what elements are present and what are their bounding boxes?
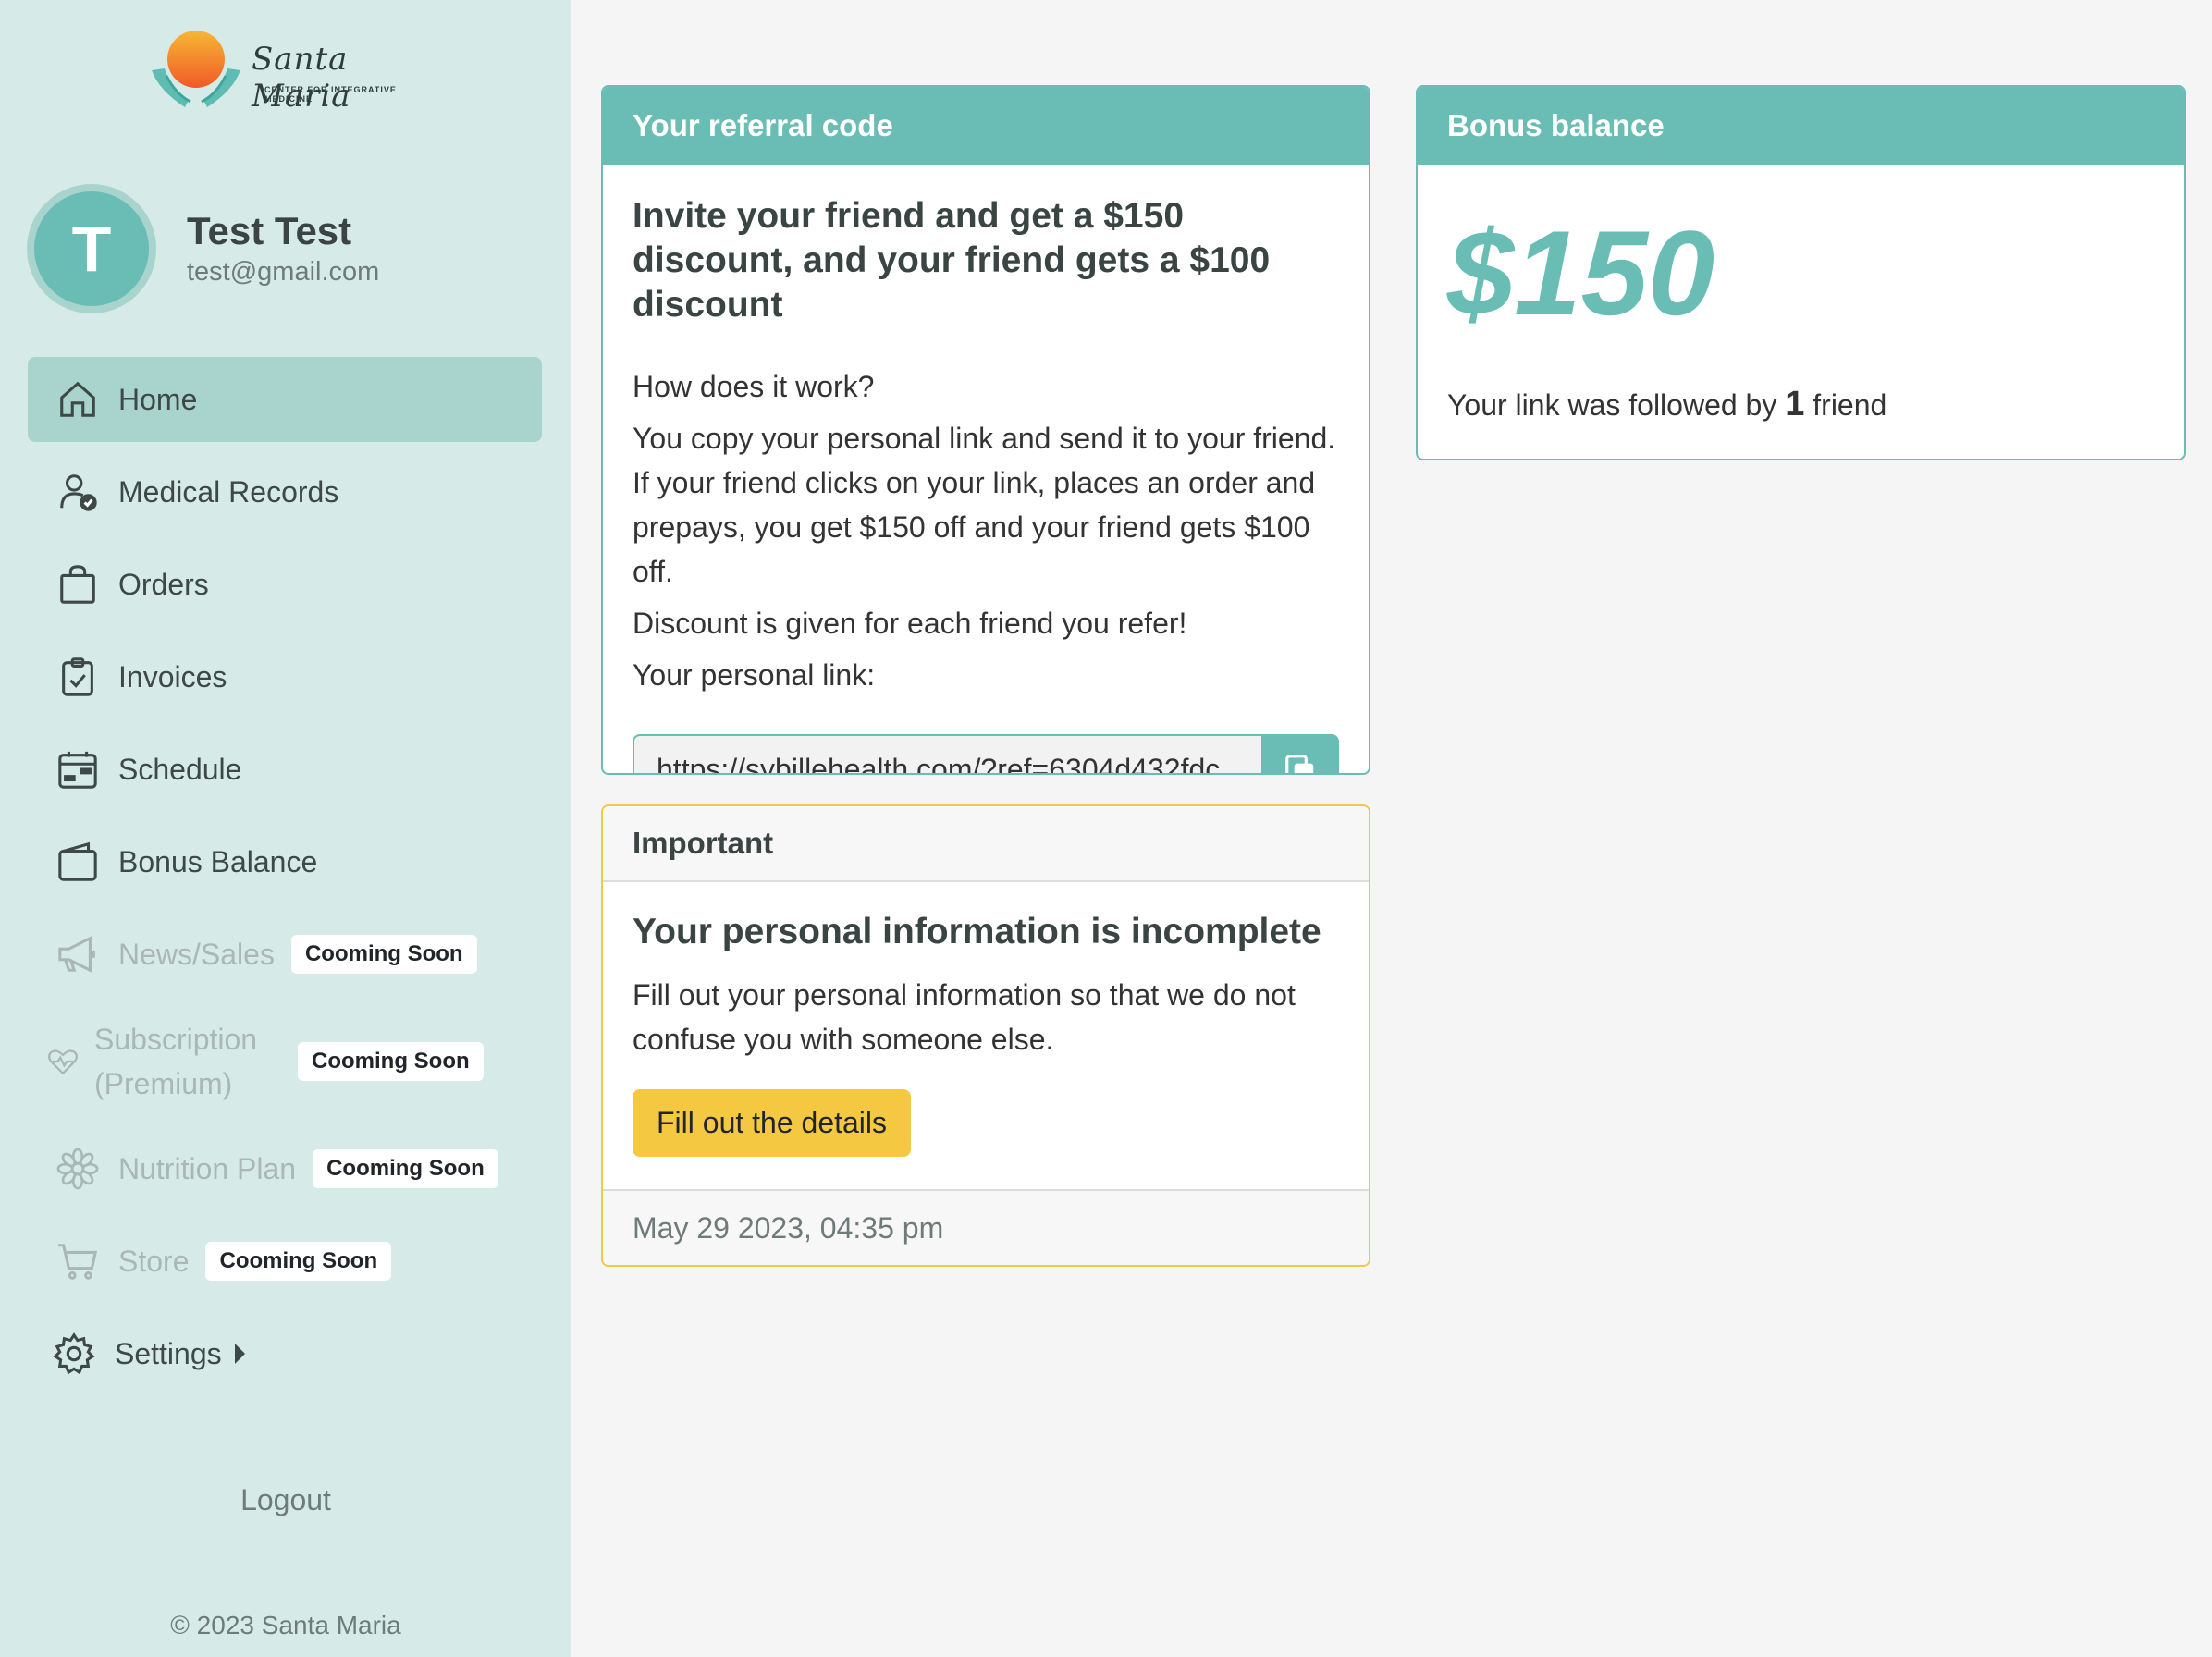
fill-details-button[interactable]: Fill out the details	[633, 1089, 912, 1157]
referral-title: Invite your friend and get a $150 discou…	[633, 196, 1271, 325]
sidebar-item-label: News/Sales	[118, 937, 275, 971]
heart-pulse-icon	[46, 1039, 80, 1084]
coming-soon-badge: Cooming Soon	[290, 935, 477, 974]
followed-prefix: Your link was followed by	[1447, 388, 1777, 422]
referral-link-group: https://sybillehealth.com/?ref=6304d432f…	[633, 734, 1339, 773]
sidebar-item-subscription[interactable]: Subscription (Premium) Cooming Soon	[28, 1004, 542, 1119]
bonus-amount: $150	[1447, 205, 1715, 340]
sidebar-item-label: Nutrition Plan	[118, 1151, 297, 1185]
referral-card-header: Your referral code	[603, 87, 1369, 165]
important-title: Your personal information is incomplete	[633, 912, 1321, 951]
sidebar-item-store[interactable]: Store Cooming Soon	[28, 1219, 542, 1304]
clipboard-check-icon	[55, 655, 100, 699]
sidebar-item-label: Subscription (Premium)	[94, 1023, 258, 1100]
sidebar-item-label: Bonus Balance	[118, 844, 318, 878]
brand-tagline: CENTER FOR INTEGRATIVE MEDICINE	[264, 85, 397, 104]
sidebar: Santa Maria CENTER FOR INTEGRATIVE MEDIC…	[0, 0, 571, 1657]
sun-hands-logo-icon	[152, 31, 240, 107]
home-icon	[55, 377, 100, 422]
referral-link-label: Your personal link:	[633, 658, 876, 692]
coming-soon-badge: Cooming Soon	[205, 1242, 392, 1281]
sidebar-item-label: Settings	[115, 1336, 222, 1370]
referral-explanation: You copy your personal link and send it …	[633, 422, 1336, 588]
sidebar-item-label: Store	[118, 1244, 190, 1278]
bonus-followed-text: Your link was followed by 1 friend	[1447, 385, 2155, 424]
copy-icon	[1285, 755, 1314, 773]
cart-icon	[55, 1239, 100, 1283]
bonus-card-header: Bonus balance	[1418, 87, 2184, 165]
user-email: test@gmail.com	[187, 257, 380, 287]
sidebar-item-home[interactable]: Home	[28, 357, 542, 442]
copyright: © 2023 Santa Maria	[170, 1611, 401, 1639]
coming-soon-badge: Cooming Soon	[313, 1149, 498, 1188]
referral-card: Your referral code Invite your friend an…	[601, 85, 1370, 775]
sidebar-item-medical-records[interactable]: Medical Records	[28, 449, 542, 534]
sidebar-item-news-sales[interactable]: News/Sales Cooming Soon	[28, 912, 542, 997]
sidebar-item-schedule[interactable]: Schedule	[28, 727, 542, 812]
megaphone-icon	[55, 932, 100, 976]
sidebar-item-label: Invoices	[118, 659, 227, 693]
important-card-header: Important	[603, 806, 1369, 882]
caret-right-icon	[234, 1344, 245, 1364]
sidebar-item-label: Medical Records	[118, 474, 339, 509]
sidebar-item-invoices[interactable]: Invoices	[28, 634, 542, 719]
referral-each: Discount is given for each friend you re…	[633, 607, 1187, 640]
sidebar-item-bonus-balance[interactable]: Bonus Balance	[28, 819, 542, 904]
flower-icon	[55, 1147, 100, 1191]
brand-logo[interactable]: Santa Maria CENTER FOR INTEGRATIVE MEDIC…	[148, 24, 425, 115]
important-date: May 29 2023, 04:35 pm	[603, 1189, 1369, 1265]
shopping-bag-icon	[55, 562, 100, 607]
followed-count: 1	[1785, 385, 1805, 423]
medical-records-icon	[55, 470, 100, 514]
avatar[interactable]: T	[27, 184, 156, 313]
important-text: Fill out your personal information so th…	[633, 978, 1296, 1056]
logout-link[interactable]: Logout	[0, 1483, 571, 1517]
wallet-icon	[55, 840, 100, 884]
copy-link-button[interactable]	[1261, 734, 1339, 773]
coming-soon-badge: Cooming Soon	[298, 1042, 484, 1081]
bonus-card: Bonus balance $150 Your link was followe…	[1416, 85, 2186, 460]
sidebar-item-label: Schedule	[118, 752, 242, 786]
followed-suffix: friend	[1813, 388, 1887, 422]
calendar-icon	[55, 747, 100, 792]
sidebar-nav: Home Medical Records Orders Invoices Sch…	[28, 357, 542, 1404]
sidebar-item-label: Orders	[118, 567, 209, 601]
referral-link-input[interactable]: https://sybillehealth.com/?ref=6304d432f…	[633, 734, 1261, 773]
brand-name: Santa Maria	[252, 41, 351, 115]
sidebar-item-orders[interactable]: Orders	[28, 542, 542, 627]
sidebar-item-settings[interactable]: Settings	[28, 1311, 542, 1396]
important-card: Important Your personal information is i…	[601, 804, 1370, 1267]
gear-icon	[52, 1332, 96, 1376]
sidebar-item-nutrition-plan[interactable]: Nutrition Plan Cooming Soon	[28, 1126, 542, 1211]
user-name: Test Test	[187, 209, 352, 252]
referral-how: How does it work?	[633, 370, 875, 403]
sidebar-item-label: Home	[118, 382, 198, 416]
